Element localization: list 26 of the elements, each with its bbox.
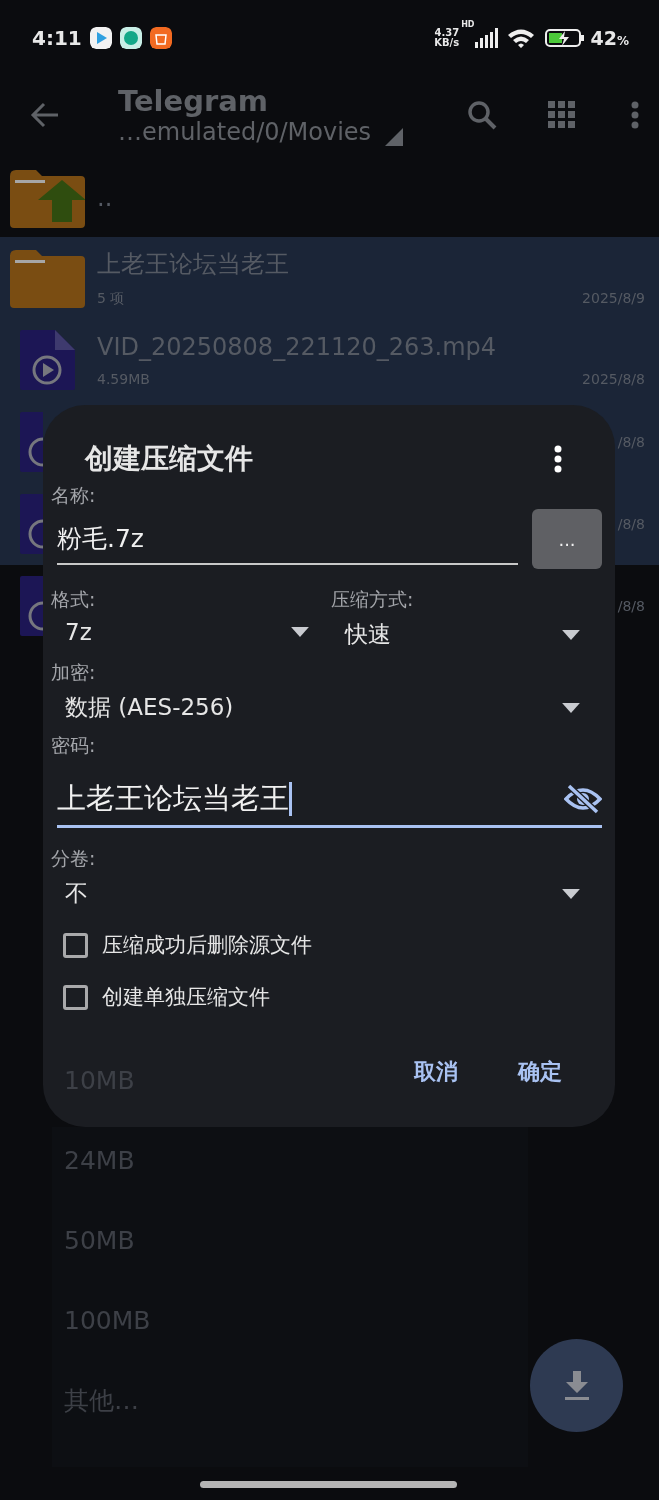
field-label: 加密: [51,660,97,685]
file-date: 2025/8/8 [582,371,645,387]
file-name: 上老王论坛当老王 [97,249,290,280]
field-label: 名称: [51,483,97,508]
option-label: 压缩成功后删除源文件 [102,932,312,959]
field-label: 压缩方式: [331,587,415,612]
folder-title: Telegram [118,84,270,118]
field-label: 密码: [51,733,97,758]
file-name: .. [97,184,114,212]
file-date: /8/8 [617,516,645,532]
network-type: HD [461,20,475,29]
field-label: 格式: [51,587,97,612]
file-name: VID_20250808_221120_263.mp4 [97,333,498,361]
option-label: 创建单独压缩文件 [102,984,270,1011]
file-date: /8/8 [617,434,645,450]
field-label: 分卷: [51,846,97,871]
battery-unit: % [616,33,629,48]
file-info: 4.59MB [97,371,150,387]
dialog-title: 创建压缩文件 [85,441,254,477]
network-speed-unit: KB/s [434,37,460,48]
file-date: 2025/8/9 [582,290,645,308]
file-info: 5 项 [97,290,125,308]
file-date: /8/8 [617,598,645,614]
network-speed: 4.37 [434,27,460,38]
battery-level: 42 [590,26,617,49]
clock: 4:11 [32,25,82,50]
